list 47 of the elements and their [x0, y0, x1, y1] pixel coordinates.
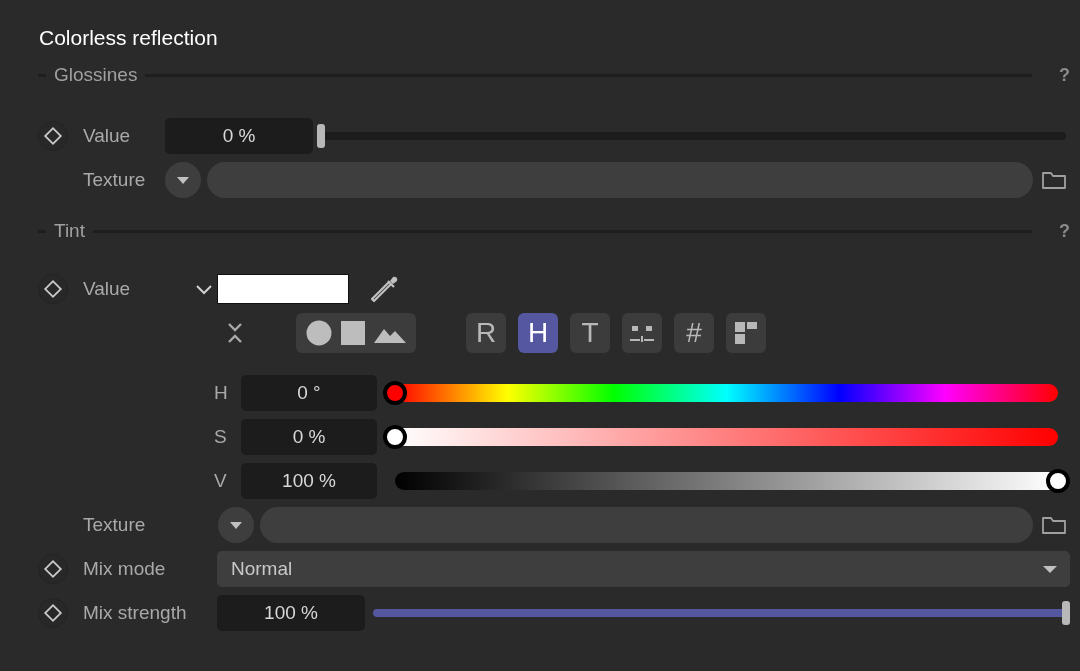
slider-handle[interactable] — [317, 124, 325, 148]
circle-icon[interactable] — [306, 320, 332, 346]
picker-shape-group[interactable] — [296, 313, 416, 353]
keyframe-icon[interactable] — [38, 598, 68, 628]
dropdown-value: Normal — [231, 556, 293, 581]
slider-handle[interactable] — [1046, 469, 1070, 493]
texture-menu-button[interactable] — [165, 162, 201, 198]
slider-handle[interactable] — [383, 425, 407, 449]
channel-label: S — [214, 424, 228, 449]
color-mode-button[interactable]: # — [674, 313, 714, 353]
color-mode-button[interactable] — [622, 313, 662, 353]
color-swatch[interactable] — [217, 274, 349, 304]
field-label: Mix mode — [83, 556, 167, 581]
keyframe-icon[interactable] — [38, 121, 68, 151]
color-mode-button[interactable] — [726, 313, 766, 353]
channel-label: H — [214, 380, 229, 405]
texture-menu-button[interactable] — [218, 507, 254, 543]
section-title: Tint — [53, 219, 86, 243]
field-label: Value — [83, 276, 132, 301]
channel-value-field[interactable]: 100 % — [241, 463, 377, 499]
channel-label: V — [214, 468, 228, 493]
field-label: Texture — [83, 167, 147, 192]
color-mode-button[interactable]: R — [466, 313, 506, 353]
channel-value-field[interactable]: 0 ° — [241, 375, 377, 411]
field-label: Value — [83, 123, 132, 148]
caret-icon — [1042, 564, 1058, 574]
field-label: Texture — [83, 512, 147, 537]
section-title: Glossines — [53, 63, 139, 87]
slider-handle[interactable] — [1062, 601, 1070, 625]
swatches-icon — [734, 321, 758, 345]
expand-chevron-icon[interactable] — [195, 282, 213, 296]
color-mode-button[interactable]: H — [518, 313, 558, 353]
mix-mode-dropdown[interactable]: Normal — [217, 551, 1070, 587]
channel-value-field[interactable]: 0 % — [241, 419, 377, 455]
eyedropper-icon[interactable] — [369, 274, 399, 304]
value-field[interactable]: 0 % — [165, 118, 313, 154]
keyframe-icon[interactable] — [38, 274, 68, 304]
field-label: Mix strength — [83, 600, 188, 625]
keyframe-icon[interactable] — [38, 554, 68, 584]
panel-title: Colorless reflection — [39, 25, 219, 51]
help-button[interactable]: ? — [1040, 217, 1070, 245]
value-field[interactable]: 100 % — [217, 595, 365, 631]
color-mode-button[interactable]: T — [570, 313, 610, 353]
help-button[interactable]: ? — [1040, 61, 1070, 89]
collapse-icon[interactable] — [226, 322, 244, 344]
slider-handle[interactable] — [383, 381, 407, 405]
square-icon[interactable] — [340, 320, 366, 346]
